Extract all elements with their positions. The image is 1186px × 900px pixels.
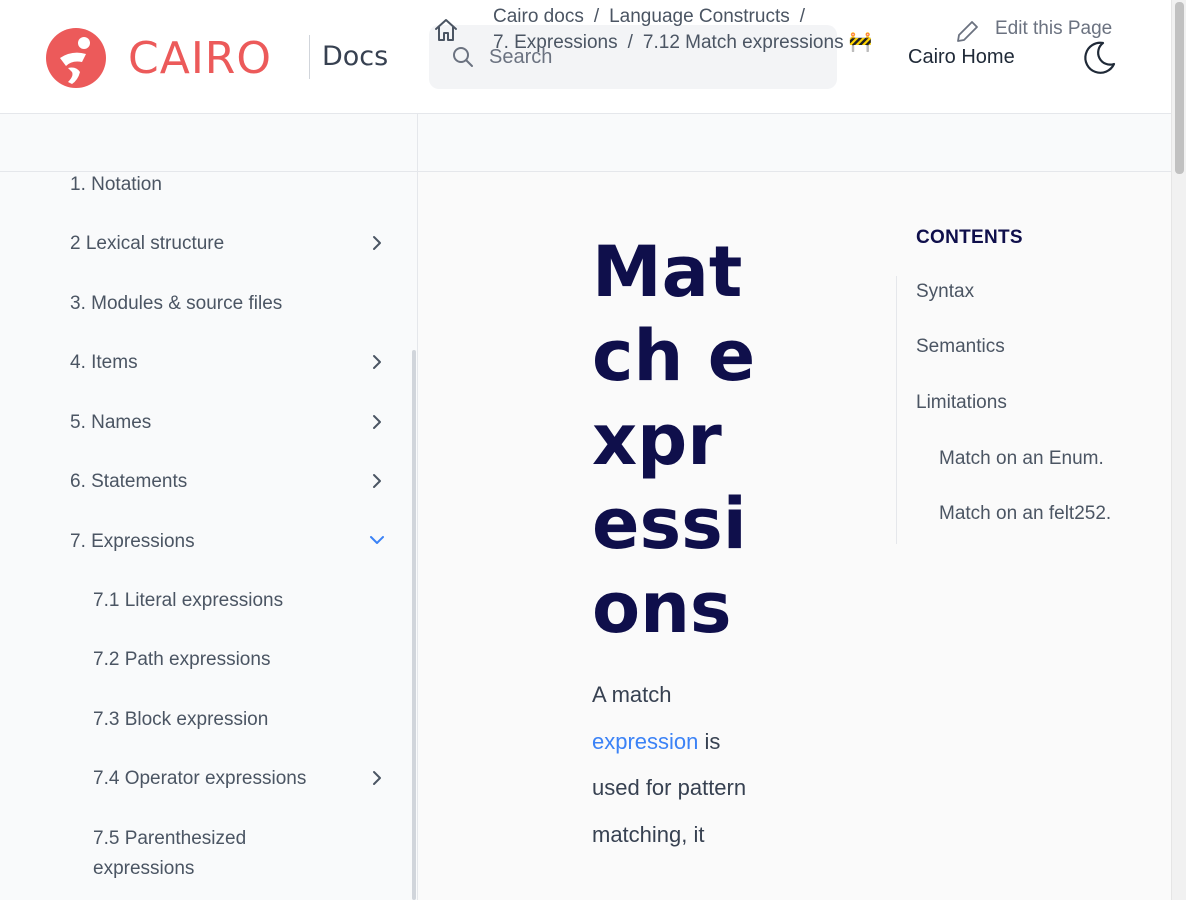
breadcrumb-item[interactable]: 7. Expressions: [493, 32, 618, 53]
page-scrollbar-thumb[interactable]: [1175, 2, 1184, 174]
chevron-right-icon[interactable]: [368, 413, 386, 431]
cairo-home-link[interactable]: Cairo Home: [908, 44, 1015, 70]
chevron-right-icon[interactable]: [368, 353, 386, 371]
breadcrumb-spacer: [0, 114, 418, 172]
chevron-right-icon[interactable]: [368, 472, 386, 490]
breadcrumb-separator: /: [593, 6, 600, 27]
breadcrumb-item[interactable]: Cairo docs: [493, 6, 584, 27]
breadcrumb-current: 7.12 Match expressions 🚧: [642, 32, 873, 53]
sidebar-item-statements[interactable]: 6. Statements: [70, 467, 187, 497]
sidebar-item-block-expression[interactable]: 7.3 Block expression: [93, 705, 268, 735]
main-content: Match expressions A match expression is …: [418, 172, 1171, 900]
chevron-right-icon[interactable]: [368, 234, 386, 252]
sidebar-item-expressions[interactable]: 7. Expressions: [70, 527, 195, 557]
toc-item-syntax[interactable]: Syntax: [916, 280, 974, 304]
sidebar-item-parenthesized-expressions[interactable]: 7.5 Parenthesized expressions: [93, 824, 343, 884]
toc-item-semantics[interactable]: Semantics: [916, 335, 1005, 359]
toc-item-match-enum[interactable]: Match on an Enum.: [939, 447, 1104, 471]
breadcrumb-continued: 7. Expressions / 7.12 Match expressions 🚧: [493, 31, 873, 55]
home-icon[interactable]: [432, 16, 460, 44]
toc-item-match-felt252[interactable]: Match on an felt252.: [939, 502, 1111, 526]
sidebar-item-notation[interactable]: 1. Notation: [70, 172, 162, 200]
cairo-logo-icon[interactable]: [46, 28, 108, 88]
pencil-icon[interactable]: [955, 18, 981, 44]
moon-icon[interactable]: [1079, 37, 1119, 77]
breadcrumb-bar: [0, 114, 1171, 172]
breadcrumb-separator: /: [799, 6, 806, 27]
logo-divider: [309, 35, 310, 79]
docs-label: Docs: [322, 41, 389, 72]
chevron-down-icon[interactable]: [368, 531, 386, 549]
sidebar-item-literal-expressions[interactable]: 7.1 Literal expressions: [93, 586, 283, 616]
contents-divider: [896, 276, 897, 544]
toc-item-limitations[interactable]: Limitations: [916, 391, 1007, 415]
intro-paragraph: A match expression is used for pattern m…: [592, 672, 762, 858]
breadcrumb-separator: /: [627, 32, 633, 53]
sidebar-item-modules[interactable]: 3. Modules & source files: [70, 289, 282, 319]
sidebar-item-names[interactable]: 5. Names: [70, 408, 151, 438]
sidebar-item-lexical-structure[interactable]: 2 Lexical structure: [70, 229, 224, 259]
intro-text: A match: [592, 682, 672, 707]
sidebar-scrollbar[interactable]: [412, 350, 416, 900]
sidebar-item-path-expressions[interactable]: 7.2 Path expressions: [93, 645, 270, 675]
chevron-right-icon[interactable]: [368, 769, 386, 787]
breadcrumb: Cairo docs / Language Constructs /: [493, 5, 815, 29]
page-scrollbar[interactable]: [1171, 0, 1186, 900]
edit-page-link[interactable]: Edit this Page: [995, 17, 1112, 41]
brand-wordmark[interactable]: CAIRO: [128, 34, 272, 84]
search-icon: [453, 47, 473, 67]
contents-heading: CONTENTS: [916, 227, 1023, 248]
sidebar-item-items[interactable]: 4. Items: [70, 348, 138, 378]
page-title: Match expressions: [592, 231, 756, 649]
sidebar-nav: 1. Notation 2 Lexical structure 3. Modul…: [0, 172, 418, 900]
breadcrumb-item[interactable]: Language Constructs: [609, 6, 790, 27]
expression-link[interactable]: expression: [592, 729, 698, 754]
sidebar-item-operator-expressions[interactable]: 7.4 Operator expressions: [93, 764, 306, 794]
